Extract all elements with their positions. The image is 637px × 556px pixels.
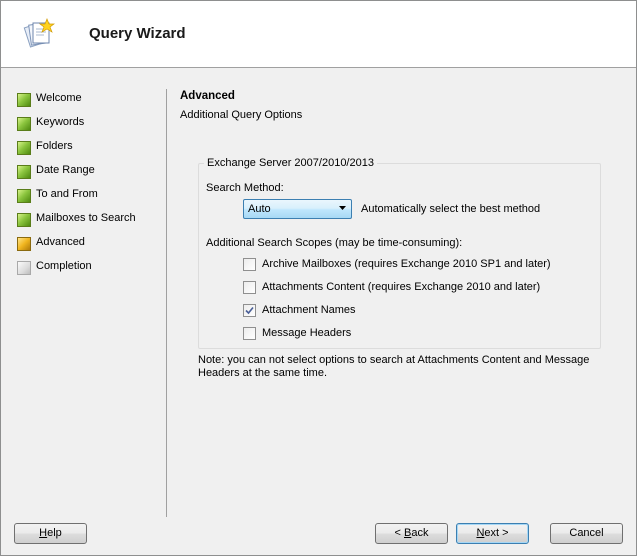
step-label: To and From	[36, 188, 98, 200]
attachment-names-label: Attachment Names	[262, 304, 356, 316]
step-label: Welcome	[36, 92, 82, 104]
archive-mailboxes-checkbox[interactable]	[243, 258, 256, 271]
search-method-value: Auto	[248, 203, 271, 215]
back-prefix: <	[394, 527, 404, 539]
search-method-label: Search Method:	[206, 182, 284, 194]
step-done-icon	[17, 213, 31, 227]
cancel-button[interactable]: Cancel	[550, 523, 623, 544]
search-method-hint: Automatically select the best method	[361, 203, 541, 215]
next-button[interactable]: Next >	[456, 523, 529, 544]
search-scopes-label: Additional Search Scopes (may be time-co…	[206, 237, 463, 249]
wizard-title: Query Wizard	[89, 25, 186, 42]
archive-mailboxes-label: Archive Mailboxes (requires Exchange 201…	[262, 258, 551, 270]
step-label: Mailboxes to Search	[36, 212, 136, 224]
step-mailboxes-to-search: Mailboxes to Search	[17, 211, 157, 229]
back-label-rest: ack	[411, 527, 429, 539]
group-legend: Exchange Server 2007/2010/2013	[204, 157, 377, 169]
chevron-down-icon	[339, 206, 346, 210]
step-keywords: Keywords	[17, 115, 157, 133]
attachments-content-checkbox[interactable]	[243, 281, 256, 294]
step-done-icon	[17, 189, 31, 203]
step-date-range: Date Range	[17, 163, 157, 181]
header-divider	[1, 67, 636, 68]
step-label: Keywords	[36, 116, 85, 128]
step-label: Date Range	[36, 164, 95, 176]
section-subtitle: Additional Query Options	[180, 109, 303, 121]
search-method-dropdown[interactable]: Auto	[243, 199, 352, 219]
step-pending-icon	[17, 261, 31, 275]
next-label-rest: ext >	[484, 527, 509, 539]
message-headers-label: Message Headers	[262, 327, 352, 339]
step-done-icon	[17, 117, 31, 131]
header-banner: Query Wizard	[1, 1, 636, 67]
section-title: Advanced	[180, 90, 235, 102]
checkmark-icon	[245, 306, 254, 315]
note-text: Note: you can not select options to sear…	[198, 354, 590, 379]
step-to-and-from: To and From	[17, 187, 157, 205]
step-current-icon	[17, 237, 31, 251]
help-label-rest: elp	[47, 527, 62, 539]
step-completion: Completion	[17, 259, 157, 277]
step-done-icon	[17, 165, 31, 179]
step-label: Folders	[36, 140, 73, 152]
back-button[interactable]: < Back	[375, 523, 448, 544]
step-label: Completion	[36, 260, 92, 272]
help-mnemonic: H	[39, 527, 48, 539]
wizard-window: Query Wizard Welcome Keywords Folders Da…	[0, 0, 637, 556]
help-button[interactable]: Help	[14, 523, 87, 544]
step-done-icon	[17, 93, 31, 107]
vertical-divider	[166, 89, 167, 517]
attachments-content-label: Attachments Content (requires Exchange 2…	[262, 281, 541, 293]
message-headers-checkbox[interactable]	[243, 327, 256, 340]
attachment-names-checkbox[interactable]	[243, 304, 256, 317]
step-label: Advanced	[36, 236, 85, 248]
step-folders: Folders	[17, 139, 157, 157]
step-done-icon	[17, 141, 31, 155]
wizard-pages-star-icon	[23, 18, 55, 48]
step-advanced: Advanced	[17, 235, 157, 253]
step-welcome: Welcome	[17, 91, 157, 109]
